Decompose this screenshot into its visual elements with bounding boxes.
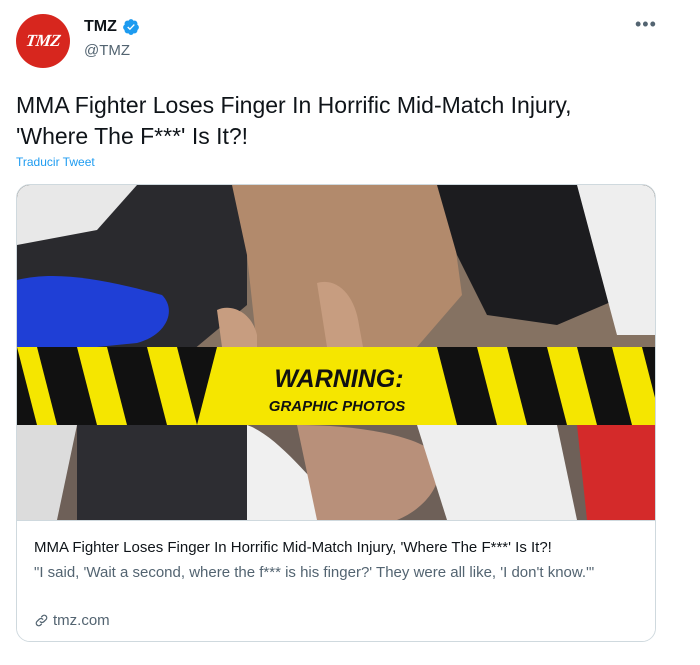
card-domain[interactable]: tmz.com xyxy=(34,612,110,629)
card-image-graphic: WARNING: GRAPHIC PHOTOS xyxy=(17,185,655,520)
more-options-icon[interactable]: ••• xyxy=(635,14,657,35)
tweet-text: MMA Fighter Loses Finger In Horrific Mid… xyxy=(16,90,686,152)
warning-title: WARNING: xyxy=(274,365,403,393)
card-description: "I said, 'Wait a second, where the f*** … xyxy=(34,564,595,581)
card-title[interactable]: MMA Fighter Loses Finger In Horrific Mid… xyxy=(34,539,552,556)
verified-badge-icon xyxy=(122,19,139,35)
link-card[interactable]: WARNING: GRAPHIC PHOTOS MMA Fighter Lose… xyxy=(16,184,656,642)
card-image[interactable]: WARNING: GRAPHIC PHOTOS xyxy=(17,185,655,520)
red-corner-shape xyxy=(577,425,655,520)
avatar-logo: TMZ xyxy=(24,31,62,50)
account-handle[interactable]: @TMZ xyxy=(84,42,130,59)
link-icon xyxy=(35,614,48,627)
tweet[interactable]: TMZ TMZ @TMZ ••• MMA Fighter Loses Finge… xyxy=(0,0,700,665)
translate-tweet-link[interactable]: Traducir Tweet xyxy=(16,155,95,169)
tweet-text-line-2: 'Where The F***' Is It?! xyxy=(16,123,249,149)
card-domain-text: tmz.com xyxy=(53,612,110,629)
warning-subtitle: GRAPHIC PHOTOS xyxy=(269,398,405,415)
avatar[interactable]: TMZ xyxy=(16,14,70,68)
account-name[interactable]: TMZ xyxy=(84,18,117,36)
card-meta[interactable]: MMA Fighter Loses Finger In Horrific Mid… xyxy=(17,520,655,641)
account-name-row: TMZ xyxy=(84,18,140,36)
tweet-text-line-1: MMA Fighter Loses Finger In Horrific Mid… xyxy=(16,92,572,118)
